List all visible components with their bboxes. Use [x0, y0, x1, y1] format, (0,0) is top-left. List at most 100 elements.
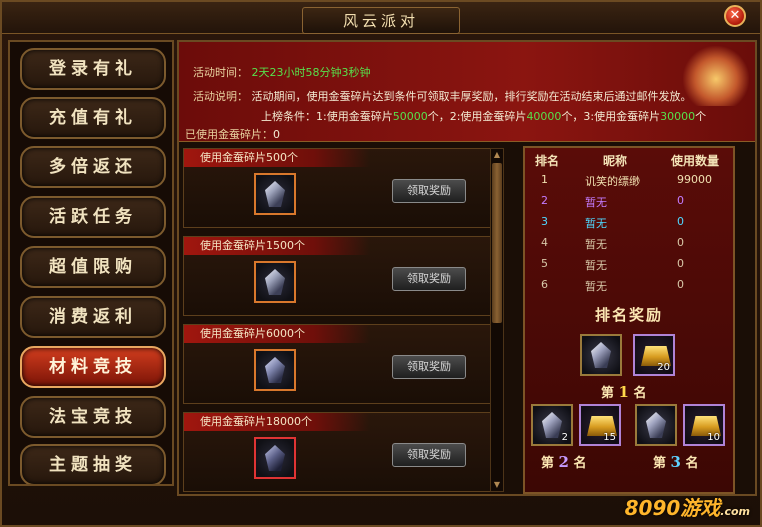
reward-list: 使用金蚕碎片500个 领取奖励 使用金蚕碎片1500个 领取奖励 使用金蚕碎片6…	[183, 148, 503, 492]
ranking-name-cell: 暂无	[585, 217, 607, 230]
event-window: 风云派对 ✕ 登录有礼 充值有礼 多倍返还 活跃任务 超值限购 消费返利 材料竞…	[0, 0, 762, 527]
reward-title: 使用金蚕碎片1500个	[184, 237, 370, 255]
third-place-label: 第 3 名	[653, 452, 699, 471]
ranking-amount-cell: 0	[677, 278, 684, 291]
place-prefix: 第	[653, 456, 667, 471]
ranking-header: 排名 昵称 使用数量	[525, 148, 733, 170]
ranking-row: 1 讥笑的缥缈 99000	[525, 170, 733, 190]
crystal-gem-icon[interactable]	[254, 349, 296, 391]
condition-value-2: 40000	[526, 110, 562, 123]
condition-value-1: 50000	[392, 110, 428, 123]
watermark-suffix: 游戏	[680, 496, 721, 520]
ranking-condition: 上榜条件：1:使用金蚕碎片50000个，2:使用金蚕碎片40000个，3:使用金…	[261, 108, 706, 124]
condition-text: 个	[695, 110, 707, 123]
banner-decoration	[683, 46, 749, 106]
gold-bars-icon[interactable]: 15	[579, 404, 621, 446]
crystal-gem-icon[interactable]	[254, 173, 296, 215]
rank-reward-title: 排名奖励	[594, 306, 663, 324]
crystal-gem-icon[interactable]	[254, 437, 296, 479]
menu-item-value-limited[interactable]: 超值限购	[20, 246, 166, 288]
ranking-panel: 排名 昵称 使用数量 1 讥笑的缥缈 99000 2 暂无 0 3 暂无 0 4 暂无 0 5 暂无 0 6 暂…	[523, 146, 735, 494]
content-panel: 活动时间： 2天23小时58分钟3秒钟 活动说明： 活动期间，使用金蚕碎片达到条…	[177, 40, 757, 496]
crystal-gem-icon[interactable]	[580, 334, 622, 376]
place-number: 1	[618, 383, 629, 401]
reward-item: 使用金蚕碎片1500个 领取奖励	[183, 236, 501, 316]
scroll-up-icon[interactable]: ▲	[492, 150, 502, 160]
crystal-gem-icon[interactable]: 2	[531, 404, 573, 446]
ranking-amount-cell: 0	[677, 257, 684, 270]
claim-reward-button[interactable]: 领取奖励	[392, 179, 466, 203]
watermark-brand: 8090	[624, 496, 681, 520]
place-prefix: 第	[541, 456, 555, 471]
place-prefix: 第	[601, 386, 615, 401]
ranking-rank-cell: 5	[541, 257, 548, 270]
title-bar: 风云派对 ✕	[2, 2, 760, 34]
scroll-thumb[interactable]	[492, 163, 502, 323]
event-desc-label: 活动说明：	[193, 90, 248, 103]
ranking-name-cell: 暂无	[585, 238, 607, 251]
gold-bars-icon[interactable]: 10	[683, 404, 725, 446]
scroll-down-icon[interactable]: ▼	[492, 480, 502, 490]
menu-item-material-contest[interactable]: 材料竞技	[20, 346, 166, 388]
menu-item-recharge-gift[interactable]: 充值有礼	[20, 97, 166, 139]
ranking-rank-cell: 2	[541, 194, 548, 207]
ranking-row: 3 暂无 0	[525, 212, 733, 232]
ranking-name-cell: 暂无	[585, 196, 607, 209]
first-place-label: 第 1 名	[601, 382, 647, 401]
ranking-rank-cell: 1	[541, 173, 548, 186]
reward-title: 使用金蚕碎片6000个	[184, 325, 370, 343]
site-watermark-logo: 8090游戏.com	[625, 492, 750, 521]
crystal-gem-icon[interactable]	[254, 261, 296, 303]
reward-title: 使用金蚕碎片18000个	[184, 413, 370, 431]
ranking-row: 6 暂无 0	[525, 275, 733, 295]
ranking-rank-cell: 3	[541, 215, 548, 228]
reward-list-scrollbar[interactable]: ▲ ▼	[490, 148, 504, 492]
event-time-row: 活动时间： 2天23小时58分钟3秒钟	[193, 64, 371, 80]
ranking-row: 4 暂无 0	[525, 233, 733, 253]
ranking-row: 2 暂无 0	[525, 191, 733, 211]
condition-text: 上榜条件：1:使用金蚕碎片	[261, 110, 393, 123]
place-suffix: 名	[573, 456, 587, 471]
condition-value-3: 30000	[660, 110, 696, 123]
ranking-amount-cell: 0	[677, 194, 684, 207]
ranking-amount-cell: 99000	[677, 173, 712, 186]
gold-count: 15	[603, 432, 616, 443]
ranking-name-cell: 暂无	[585, 259, 607, 272]
condition-text: 个，3:使用金蚕碎片	[561, 110, 661, 123]
ranking-name-cell: 讥笑的缥缈	[585, 175, 640, 188]
ranking-amount-cell: 0	[677, 236, 684, 249]
name-column-header: 昵称	[603, 154, 628, 168]
ranking-amount-cell: 0	[677, 215, 684, 228]
reward-item: 使用金蚕碎片500个 领取奖励	[183, 148, 501, 228]
menu-item-multi-return[interactable]: 多倍返还	[20, 146, 166, 188]
second-place-label: 第 2 名	[541, 452, 587, 471]
used-count-value: 0	[273, 128, 280, 141]
ranking-rank-cell: 6	[541, 278, 548, 291]
claim-reward-button[interactable]: 领取奖励	[392, 443, 466, 467]
gem-count: 2	[561, 432, 568, 443]
menu-item-theme-lottery[interactable]: 主题抽奖	[20, 444, 166, 484]
menu-item-treasure-contest[interactable]: 法宝竞技	[20, 396, 166, 438]
rank-column-header: 排名	[535, 154, 560, 168]
claim-reward-button[interactable]: 领取奖励	[392, 267, 466, 291]
condition-text: 个，2:使用金蚕碎片	[427, 110, 527, 123]
event-desc-row: 活动说明： 活动期间，使用金蚕碎片达到条件可领取丰厚奖励，排行奖励在活动结束后通…	[193, 88, 692, 104]
ranking-name-cell: 暂无	[585, 280, 607, 293]
menu-item-login-gift[interactable]: 登录有礼	[20, 48, 166, 90]
ranking-row: 5 暂无 0	[525, 254, 733, 274]
place-suffix: 名	[633, 386, 647, 401]
watermark-domain: .com	[720, 505, 750, 518]
crystal-gem-icon[interactable]	[635, 404, 677, 446]
window-title: 风云派对	[301, 7, 460, 34]
claim-reward-button[interactable]: 领取奖励	[392, 355, 466, 379]
gold-count: 10	[707, 432, 720, 443]
reward-item: 使用金蚕碎片18000个 领取奖励	[183, 412, 501, 492]
reward-title: 使用金蚕碎片500个	[184, 149, 370, 167]
menu-item-consume-rebate[interactable]: 消费返利	[20, 296, 166, 338]
used-count-label: 已使用金蚕碎片：	[185, 128, 273, 141]
menu-item-active-task[interactable]: 活跃任务	[20, 196, 166, 238]
gold-bars-icon[interactable]: 20	[633, 334, 675, 376]
activity-menu: 登录有礼 充值有礼 多倍返还 活跃任务 超值限购 消费返利 材料竞技 法宝竞技 …	[8, 40, 174, 486]
close-button[interactable]: ✕	[724, 5, 746, 27]
place-number: 3	[670, 453, 681, 471]
